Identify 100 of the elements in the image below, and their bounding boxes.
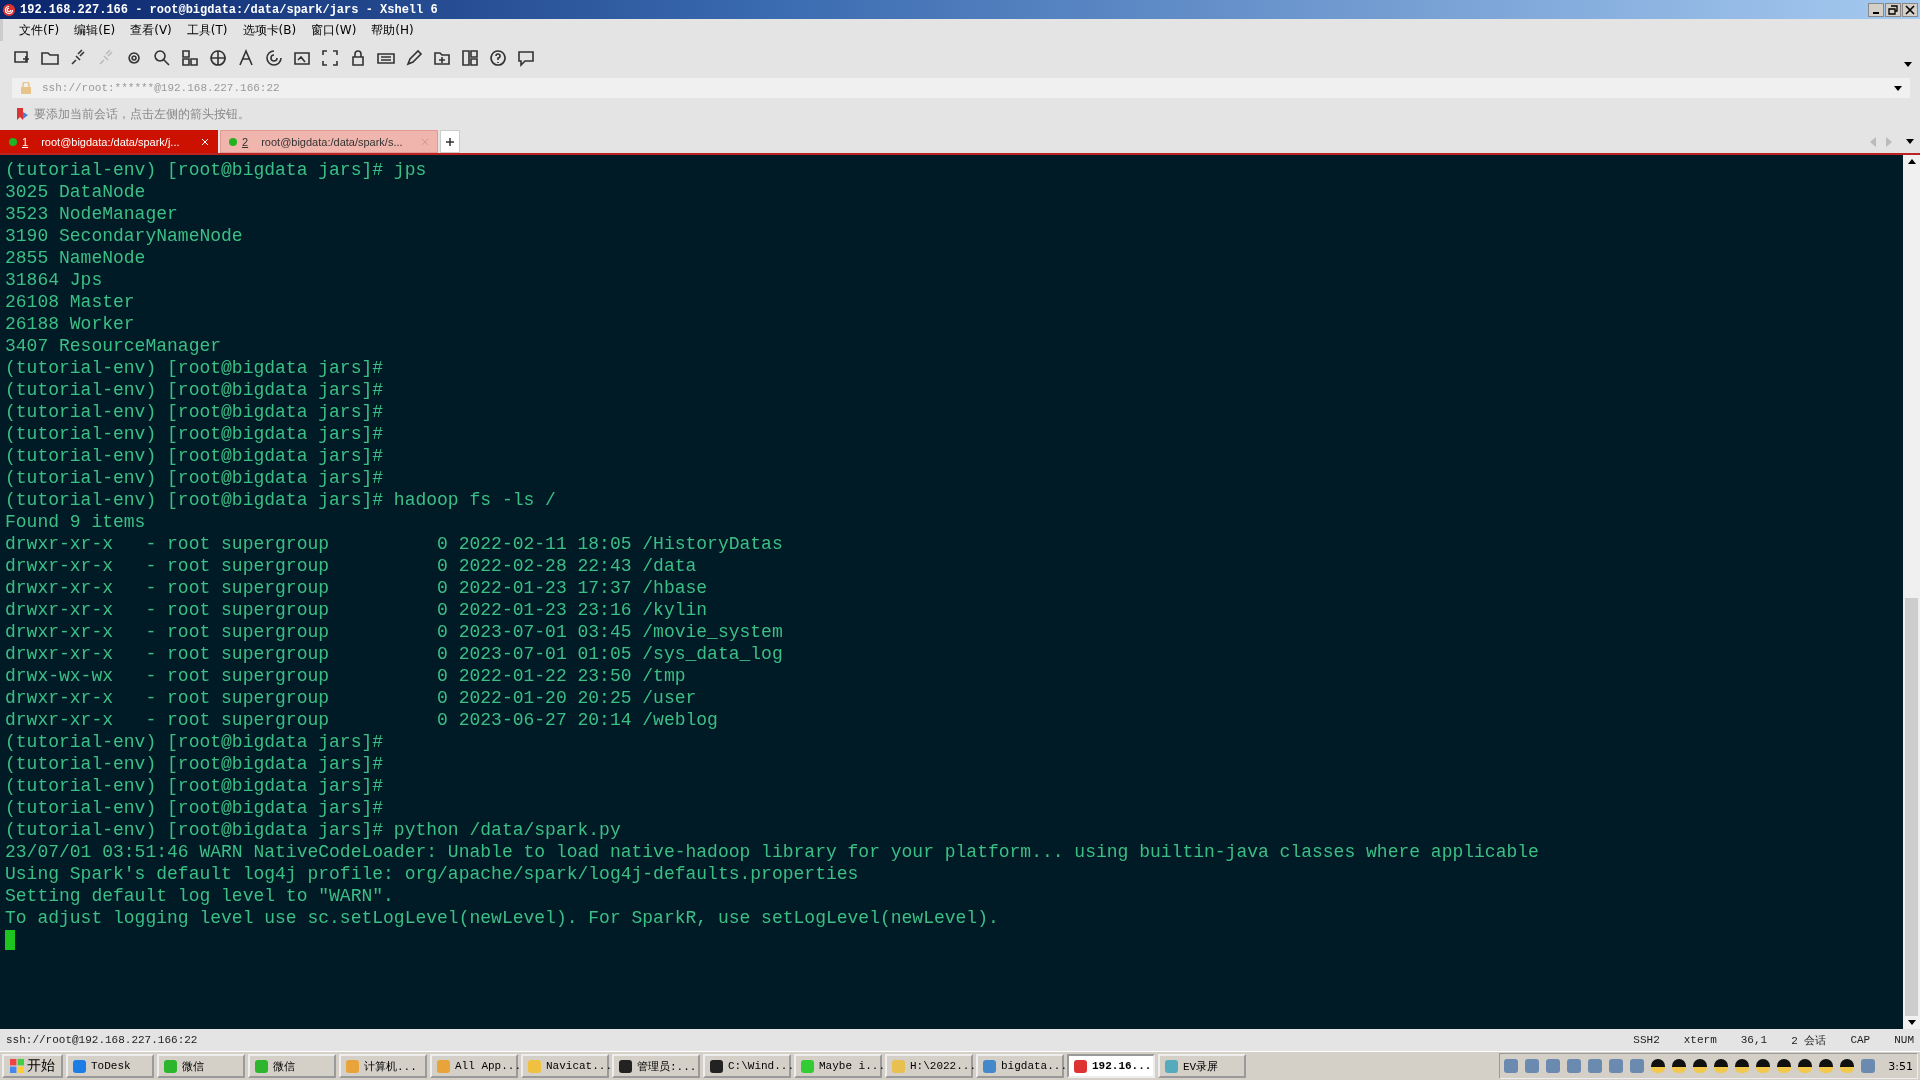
connection-status: ssh://root@192.168.227.166:22 [6,1034,198,1046]
session-tab[interactable]: 1 root@bigdata:/data/spark/j... [0,130,218,153]
scrollbar[interactable] [1903,155,1920,1029]
app-icon [346,1059,359,1073]
terminal-line: (tutorial-env) [root@bigdata jars]# [5,753,385,775]
taskbar-button[interactable]: Maybe i... [794,1054,882,1078]
scroll-down-icon[interactable] [1907,1020,1916,1025]
taskbar-button[interactable]: bigdata... [976,1054,1064,1078]
taskbar-button[interactable]: All App... [430,1054,518,1078]
terminal-line: 26108 Master [5,291,136,313]
pen-icon[interactable] [404,48,424,68]
taskbar-button[interactable]: 计算机... [339,1054,427,1078]
restore-button[interactable] [1885,2,1901,17]
taskbar-button[interactable]: ToDesk [66,1054,154,1078]
tray-icon[interactable] [1693,1059,1708,1073]
taskbar-button[interactable]: H:\2022... [885,1054,973,1078]
terminal-line: drwxr-xr-x - root supergroup 0 2023-07-01 03:45 /movie_system [5,621,784,643]
terminal-line: 3025 DataNode [5,181,147,203]
terminal-line: drwxr-xr-x - root supergroup 0 2022-01-23 23:16 /kylin [5,599,709,621]
restore-icon [1888,4,1898,15]
menu-item[interactable]: 文件(F) [19,21,60,39]
app-icon [255,1059,268,1073]
taskbar-button[interactable]: 192.16... [1067,1054,1155,1078]
terminal-line: To adjust logging level use sc.setLogLevel(newLevel). For SparkR, use setLogLevel(newLevel). [5,907,1000,929]
status-item: xterm [1683,1034,1717,1046]
globe-icon[interactable] [208,48,228,68]
status-item: CAP [1850,1034,1871,1046]
app-icon [164,1059,177,1073]
terminal-line: (tutorial-env) [root@bigdata jars]# [5,797,385,819]
close-button[interactable] [1902,2,1918,17]
tray-icon[interactable] [1840,1059,1855,1073]
status-dot-icon [229,137,237,146]
app-icon [1165,1059,1178,1073]
tray-icon[interactable] [1777,1059,1792,1073]
terminal-line: 3407 ResourceManager [5,335,223,357]
app-icon [1074,1059,1087,1073]
status-item: 2 会话 [1791,1033,1827,1048]
menu-item[interactable]: 工具(T) [186,21,228,39]
minimize-button[interactable] [1868,2,1884,17]
menu-item[interactable]: 查看(V) [130,21,172,39]
terminal-line: 2855 NameNode [5,247,147,269]
tray-icon[interactable] [1714,1059,1729,1073]
tray-icon[interactable] [1651,1059,1666,1073]
scroll-up-icon[interactable] [1907,159,1916,164]
taskbar-button[interactable]: EV录屏 [1158,1054,1246,1078]
terminal-line: 3523 NodeManager [5,203,179,225]
hint-text: 要添加当前会话，点击左侧的箭头按钮。 [34,105,250,123]
menu-item[interactable]: 帮助(H) [371,21,414,39]
clock: 3:51 [1888,1059,1913,1073]
app-icon [710,1059,723,1073]
tray-icon[interactable] [1672,1059,1687,1073]
tray-icon[interactable] [1756,1059,1771,1073]
spiral-icon[interactable] [264,48,284,68]
dropdown-arrow-icon[interactable] [1904,62,1912,67]
status-item: NUM [1894,1034,1914,1046]
status-dot-icon [9,137,17,146]
terminal-line: 23/07/01 03:51:46 WARN NativeCodeLoader: Unable to load native-hadoop library for your platform... using builtin-java classes where applicable [5,841,1540,863]
terminal-line: Using Spark's default log4j profile: org/apache/spark/log4j-defaults.properties [5,863,860,885]
dropdown-arrow-icon[interactable] [1894,85,1902,91]
chat-icon[interactable] [516,48,536,68]
terminal-line: (tutorial-env) [root@bigdata jars]# [5,445,385,467]
fullscreen-icon[interactable] [320,48,340,68]
session-tab[interactable]: 2 root@bigdata:/data/spark/s... [220,130,438,153]
menu-item[interactable]: 编辑(E) [74,21,116,39]
terminal-line: 26188 Worker [5,313,136,335]
taskbar-button[interactable]: 微信 [157,1054,245,1078]
new-tab-button[interactable] [440,130,460,153]
start-button[interactable]: 开始 [2,1054,63,1078]
tray-icon[interactable] [1735,1059,1750,1073]
taskbar-button[interactable]: C:\Wind... [703,1054,791,1078]
terminal-line: (tutorial-env) [root@bigdata jars]# [5,423,385,445]
dropdown-arrow-icon[interactable] [1906,139,1914,144]
minimize-icon [1873,11,1879,14]
terminal-line: (tutorial-env) [root@bigdata jars]# jps [5,159,428,181]
blocks-icon[interactable] [180,48,200,68]
terminal-line: (tutorial-env) [root@bigdata jars]# [5,379,385,401]
app-icon [2,2,16,17]
taskbar-button[interactable]: 管理员:... [612,1054,700,1078]
taskbar-button[interactable]: 微信 [248,1054,336,1078]
terminal-line: drwxr-xr-x - root supergroup 0 2022-01-23 17:37 /hbase [5,577,709,599]
font-icon[interactable] [236,48,256,68]
terminal-line: drwxr-xr-x - root supergroup 0 2023-06-27 20:14 /weblog [5,709,719,731]
terminal-line: (tutorial-env) [root@bigdata jars]# python /data/spark.py [5,819,622,841]
menu-item[interactable]: 选项卡(B) [242,21,297,39]
menu-item[interactable]: 窗口(W) [311,21,357,39]
help-icon[interactable] [488,48,508,68]
address-text: ssh://root:******@192.168.227.166:22 [42,82,280,94]
terminal-line: 31864 Jps [5,269,104,291]
terminal-line: (tutorial-env) [root@bigdata jars]# [5,775,385,797]
lock-icon [20,82,32,94]
terminal-cursor [5,930,15,950]
layout-icon[interactable] [460,48,480,68]
bookmark-arrow-icon[interactable] [16,107,30,121]
search-icon[interactable] [152,48,172,68]
app-icon [892,1059,905,1073]
terminal-line: (tutorial-env) [root@bigdata jars]# [5,357,385,379]
taskbar-button[interactable]: Navicat... [521,1054,609,1078]
tray-icon[interactable] [1819,1059,1834,1073]
windows-logo-icon [10,1059,24,1073]
tray-icon[interactable] [1798,1059,1813,1073]
